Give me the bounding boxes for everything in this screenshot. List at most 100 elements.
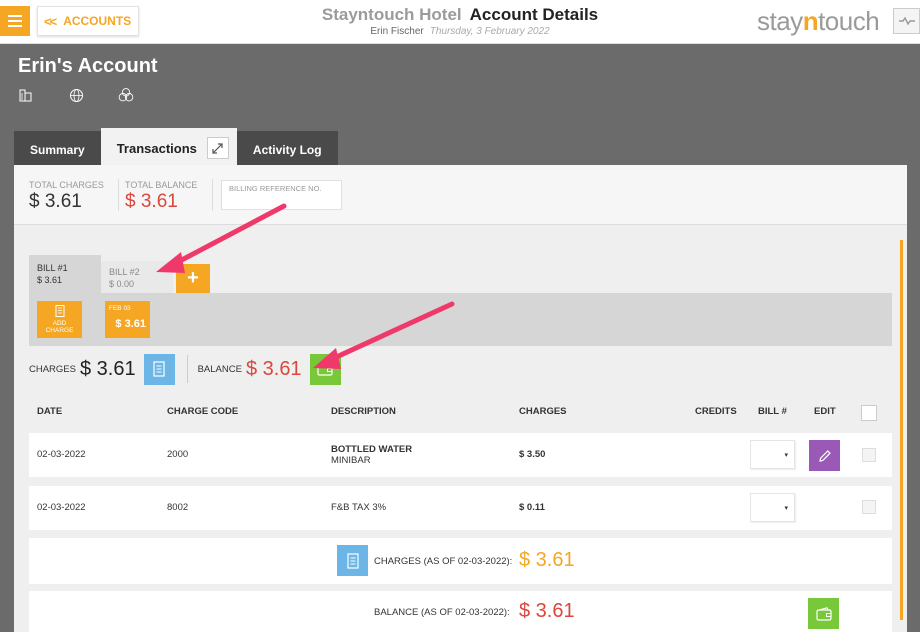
pulse-button[interactable]: [893, 8, 920, 34]
stayntouch-logo: stayntouch: [757, 6, 880, 36]
receipt-icon: [55, 305, 64, 317]
table-row: 02-03-2022 2000 BOTTLED WATER MINIBAR $ …: [29, 433, 892, 477]
row-charge-code: 2000: [167, 449, 189, 460]
pay-button[interactable]: [309, 353, 341, 385]
balance-label: BALANCE: [197, 363, 242, 375]
balance-total-label: BALANCE (AS OF 02-03-2022):: [374, 607, 510, 618]
bill-select[interactable]: ▾: [750, 440, 795, 469]
date-card[interactable]: FEB 03 $ 3.61: [105, 301, 150, 338]
hotel-name: Stayntouch Hotel: [321, 5, 462, 24]
row-charge-code: 8002: [167, 502, 189, 513]
tab-summary[interactable]: Summary: [14, 131, 101, 168]
accounts-back-button[interactable]: << ACCOUNTS: [37, 6, 139, 36]
row-description: BOTTLED WATER: [331, 444, 413, 455]
bill-name: BILL #2: [109, 267, 140, 277]
select-all-checkbox[interactable]: [861, 405, 877, 421]
transactions-table-header: DATE CHARGE CODE DESCRIPTION CHARGES CRE…: [29, 397, 892, 425]
col-charge-code: CHARGE CODE: [167, 406, 239, 417]
bill-amount: $ 3.61: [37, 275, 63, 285]
total-balance-label: TOTAL BALANCE: [125, 180, 198, 190]
double-chevron-left-icon: <<: [44, 13, 57, 29]
building-icon[interactable]: [18, 87, 34, 103]
business-date: Thursday, 3 February 2022: [429, 26, 550, 37]
bill-name: BILL #1: [37, 263, 68, 273]
row-charges: $ 3.50: [519, 449, 546, 460]
charges-label: CHARGES: [29, 363, 76, 375]
account-icons: [18, 87, 134, 103]
expand-button[interactable]: [206, 137, 229, 159]
billing-reference-field[interactable]: BILLING REFERENCE NO.: [221, 180, 342, 210]
col-edit: EDIT: [814, 406, 836, 417]
pencil-icon: [818, 449, 831, 462]
page-header: Stayntouch Hotel Account Details Erin Fis…: [260, 5, 660, 37]
top-bar: << ACCOUNTS Stayntouch Hotel Account Deta…: [0, 0, 920, 44]
balance-total-row: BALANCE (AS OF 02-03-2022): $ 3.61: [29, 591, 892, 632]
pulse-icon: [898, 16, 915, 26]
menu-line: [8, 15, 22, 17]
col-description: DESCRIPTION: [331, 406, 396, 417]
tab-transactions-label: Transactions: [116, 140, 197, 156]
add-bill-button[interactable]: +: [176, 264, 210, 293]
account-name: Erin's Account: [18, 55, 158, 77]
menu-line: [8, 25, 22, 27]
circles-icon[interactable]: [118, 87, 134, 103]
bill-select[interactable]: ▾: [750, 493, 795, 522]
page-title: Account Details: [469, 5, 599, 24]
account-tabs: Summary Transactions Activity Log: [14, 128, 338, 168]
invoice-icon: [153, 361, 165, 377]
bill-tab-1[interactable]: BILL #1 $ 3.61: [29, 255, 101, 293]
row-description-sub: MINIBAR: [331, 455, 371, 466]
charges-total-row: CHARGES (AS OF 02-03-2022): $ 3.61: [29, 538, 892, 584]
row-date: 02-03-2022: [37, 502, 86, 513]
date-card-date: FEB 03: [109, 305, 131, 312]
globe-icon[interactable]: [68, 87, 84, 103]
add-charge-button[interactable]: ADD CHARGE: [37, 301, 82, 338]
charges-total-label: CHARGES (AS OF 02-03-2022):: [374, 556, 513, 567]
transactions-panel: TOTAL CHARGES $ 3.61 TOTAL BALANCE $ 3.6…: [14, 165, 907, 632]
account-summary: TOTAL CHARGES $ 3.61 TOTAL BALANCE $ 3.6…: [14, 165, 907, 225]
invoice-button[interactable]: [143, 353, 175, 385]
divider: [186, 355, 188, 383]
tab-activity-log[interactable]: Activity Log: [236, 131, 338, 168]
col-credits: CREDITS: [695, 406, 737, 417]
invoice-icon: [346, 552, 359, 569]
scrollbar[interactable]: [900, 240, 903, 620]
total-charges-label: TOTAL CHARGES: [29, 180, 104, 190]
balance-total-value: $ 3.61: [519, 600, 575, 622]
table-row: 02-03-2022 8002 F&B TAX 3% $ 0.11 ▾: [29, 486, 892, 530]
row-date: 02-03-2022: [37, 449, 86, 460]
invoice-button[interactable]: [337, 545, 368, 576]
charges-total-value: $ 3.61: [519, 549, 575, 571]
user-name: Erin Fischer: [370, 26, 424, 37]
col-charges: CHARGES: [519, 406, 567, 417]
pay-button[interactable]: [808, 598, 839, 629]
date-card-amount: $ 3.61: [115, 318, 146, 330]
balance-value: $ 3.61: [245, 357, 302, 380]
row-checkbox[interactable]: [862, 500, 876, 514]
wallet-icon: [317, 362, 333, 376]
accounts-back-label: ACCOUNTS: [63, 14, 132, 28]
billing-reference-label: BILLING REFERENCE NO.: [229, 184, 322, 193]
bill-amount: $ 0.00: [109, 279, 135, 289]
bill-tab-2[interactable]: BILL #2 $ 0.00: [101, 261, 173, 293]
divider: [212, 179, 213, 211]
edit-button[interactable]: [809, 440, 840, 471]
menu-line: [8, 20, 22, 22]
bill-totals: CHARGES $ 3.61 BALANCE $ 3.61: [29, 352, 341, 386]
total-balance: TOTAL BALANCE $ 3.61: [125, 180, 197, 213]
add-charge-label-2: CHARGE: [45, 327, 74, 334]
wallet-icon: [815, 606, 832, 621]
tab-transactions[interactable]: Transactions: [100, 128, 237, 168]
total-balance-value: $ 3.61: [125, 191, 178, 212]
col-bill: BILL #: [758, 406, 787, 417]
col-date: DATE: [37, 406, 63, 417]
row-checkbox[interactable]: [862, 448, 876, 462]
charges-value: $ 3.61: [79, 357, 136, 380]
divider: [118, 179, 119, 211]
add-charge-label-1: ADD: [52, 320, 67, 327]
hamburger-menu-button[interactable]: [0, 6, 30, 36]
row-charges: $ 0.11: [519, 502, 545, 513]
row-description: F&B TAX 3%: [331, 502, 387, 513]
total-charges: TOTAL CHARGES $ 3.61: [29, 180, 104, 213]
expand-icon: [212, 142, 224, 154]
